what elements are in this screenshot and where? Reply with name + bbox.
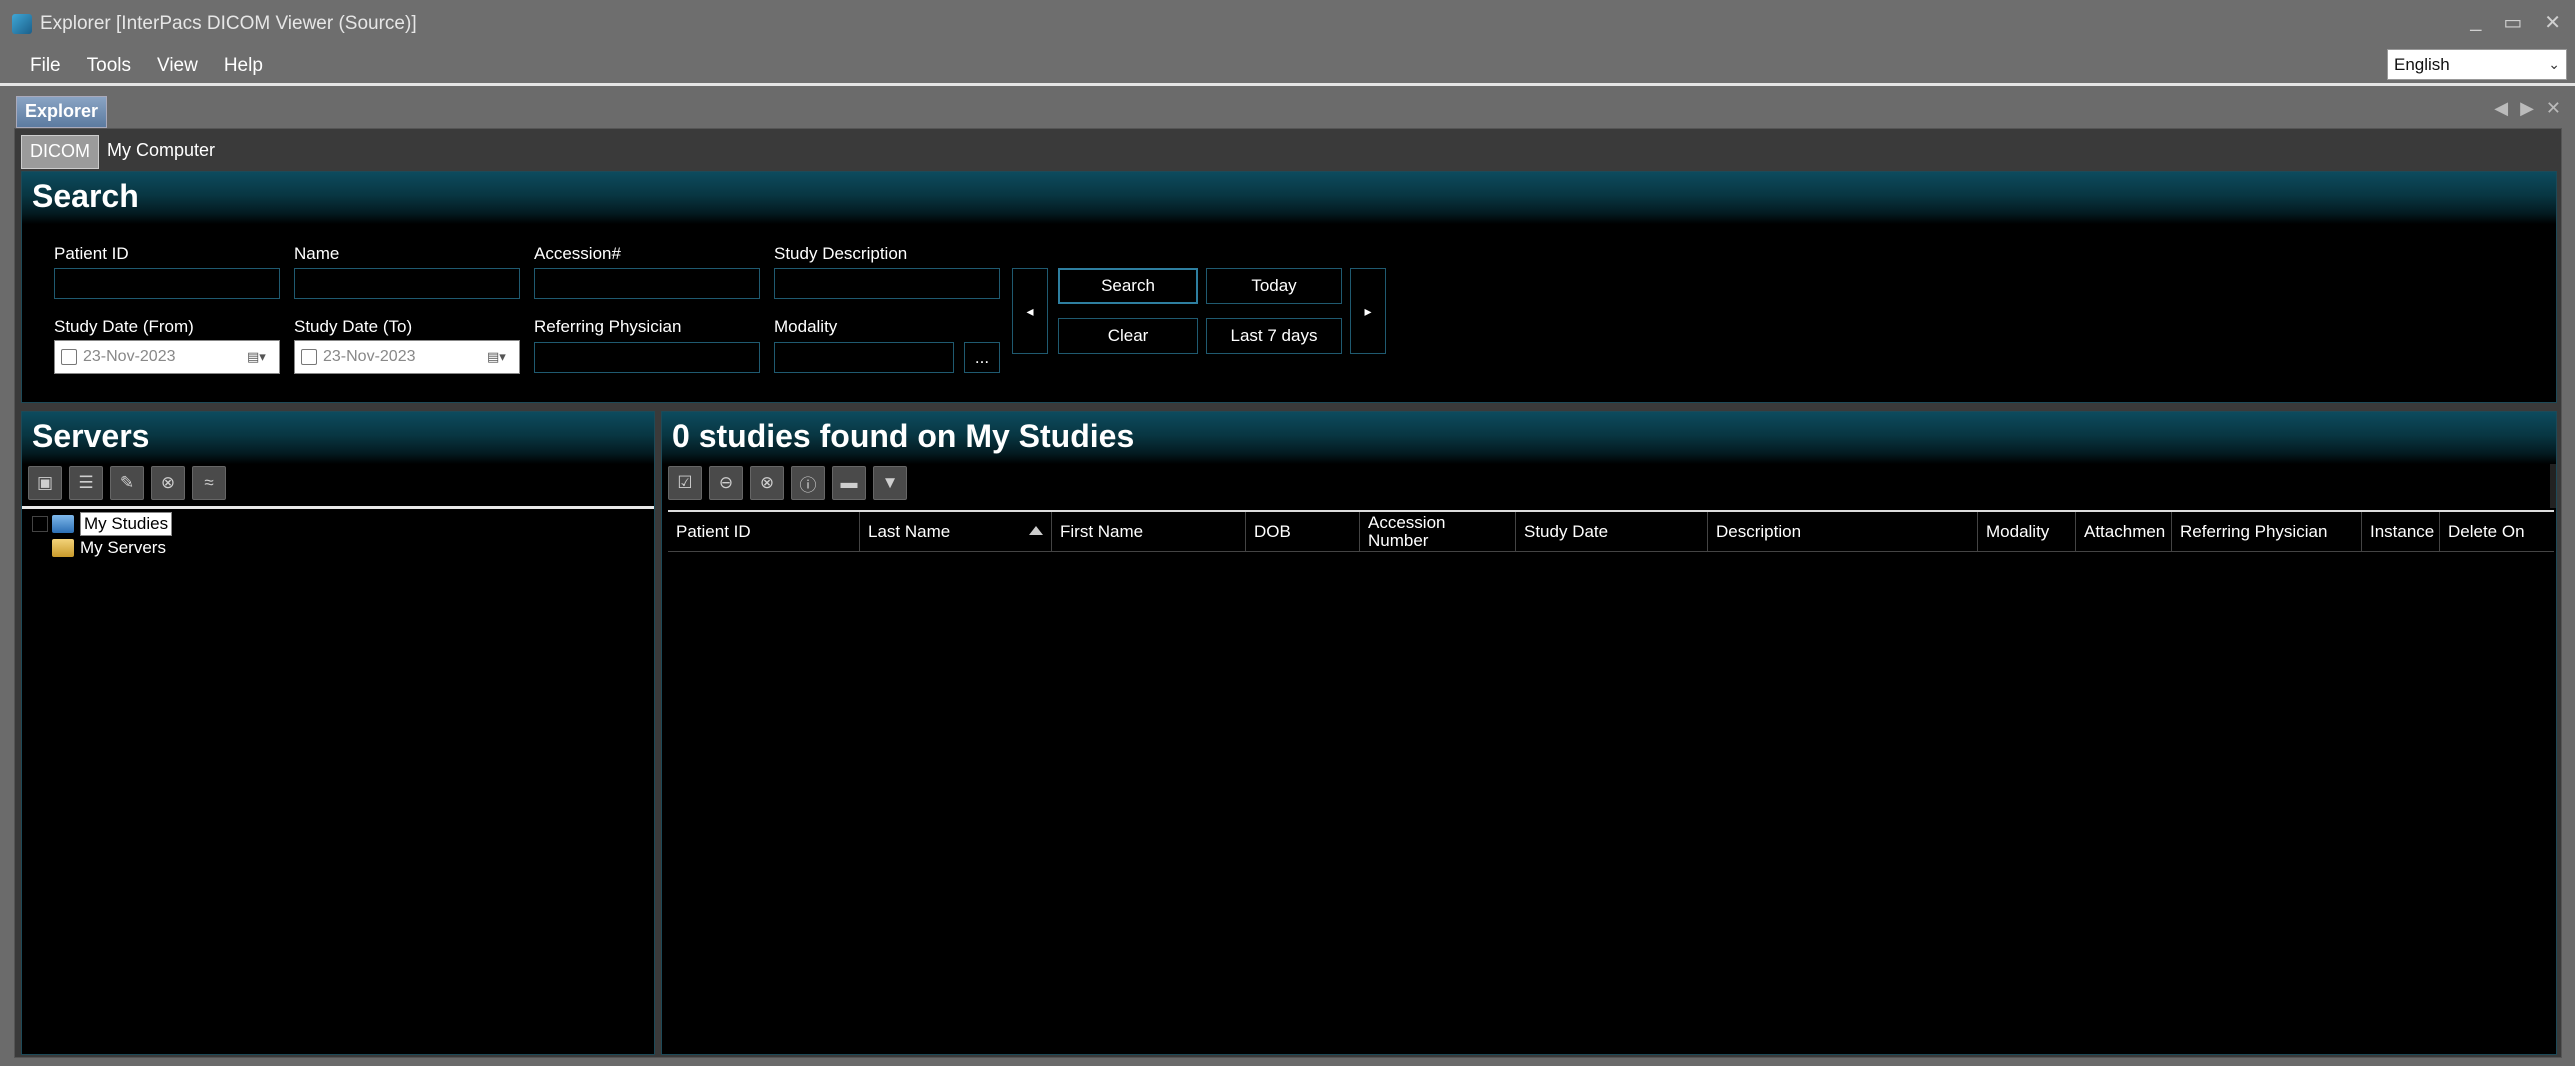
calendar-icon[interactable]: ▤▾ <box>247 349 273 367</box>
date-to-label: Study Date (To) <box>294 317 413 336</box>
column-study-date[interactable]: Study Date <box>1516 512 1708 551</box>
tab-dicom[interactable]: DICOM <box>21 135 99 169</box>
tree-item-label: My Servers <box>80 538 166 557</box>
info-icon[interactable]: ⓘ <box>791 466 825 500</box>
last-7-days-button[interactable]: Last 7 days <box>1206 318 1342 354</box>
menu-help[interactable]: Help <box>224 55 263 77</box>
column-dob[interactable]: DOB <box>1246 512 1360 551</box>
add-server-icon[interactable]: ▣ <box>28 466 62 500</box>
sort-ascending-icon <box>1029 526 1043 535</box>
column-description[interactable]: Description <box>1708 512 1978 551</box>
date-to-picker[interactable]: 23-Nov-2023 ▤▾ <box>294 340 520 374</box>
prev-arrow-button[interactable]: ◂ <box>1012 268 1048 354</box>
stop-icon[interactable]: ▬ <box>832 466 866 500</box>
tree-item-my-servers[interactable]: My Servers <box>32 536 172 560</box>
servers-header: Servers <box>22 412 654 464</box>
column-attachment[interactable]: Attachmen <box>2076 512 2172 551</box>
tab-my-computer[interactable]: My Computer <box>99 135 223 169</box>
servers-folder-icon <box>52 539 74 557</box>
date-from-label: Study Date (From) <box>54 317 194 336</box>
date-from-picker[interactable]: 23-Nov-2023 ▤▾ <box>54 340 280 374</box>
next-arrow-button[interactable]: ▸ <box>1350 268 1386 354</box>
scroll-right-icon[interactable]: ▶ <box>2520 98 2534 119</box>
calendar-icon[interactable]: ▤▾ <box>487 349 513 367</box>
cancel-icon[interactable]: ⊗ <box>750 466 784 500</box>
close-tab-icon[interactable]: ✕ <box>2546 98 2561 119</box>
close-button[interactable]: ✕ <box>2544 10 2561 35</box>
language-select[interactable]: English ⌄ <box>2387 49 2567 80</box>
study-description-label: Study Description <box>774 244 908 263</box>
minus-circle-icon[interactable]: ⊖ <box>709 466 743 500</box>
tree-expander[interactable] <box>32 516 48 532</box>
patient-id-input[interactable] <box>54 268 280 299</box>
search-panel: Search Patient ID Name Accession# Study … <box>21 171 2557 403</box>
studies-header: 0 studies found on My Studies <box>662 412 2556 464</box>
referring-physician-input[interactable] <box>534 342 760 373</box>
select-all-icon[interactable]: ☑ <box>668 466 702 500</box>
date-from-checkbox[interactable] <box>61 349 77 365</box>
clear-button[interactable]: Clear <box>1058 318 1198 354</box>
patient-id-label: Patient ID <box>54 244 129 263</box>
menu-tools[interactable]: Tools <box>87 55 131 77</box>
edit-icon[interactable]: ✎ <box>110 466 144 500</box>
connection-test-icon[interactable]: ≈ <box>192 466 226 500</box>
referring-physician-label: Referring Physician <box>534 317 682 336</box>
modality-label: Modality <box>774 317 838 336</box>
studies-panel: 0 studies found on My Studies ☑ ⊖ ⊗ ⓘ ▬ … <box>661 411 2557 1055</box>
today-button[interactable]: Today <box>1206 268 1342 304</box>
document-tabbar: Explorer ◀ ▶ ✕ <box>0 90 2575 128</box>
study-description-input[interactable] <box>774 268 1000 299</box>
column-patient-id[interactable]: Patient ID <box>668 512 860 551</box>
explorer-main: DICOM My Computer Search Patient ID Name… <box>14 128 2562 1058</box>
column-instance[interactable]: Instance <box>2362 512 2440 551</box>
filter-icon[interactable]: ▼ <box>873 466 907 500</box>
window-controls: _ ▭ ✕ <box>2470 10 2561 35</box>
studies-toolbar: ☑ ⊖ ⊗ ⓘ ▬ ▼ <box>668 466 907 500</box>
source-tabs: DICOM My Computer <box>21 135 223 169</box>
accession-label: Accession# <box>534 244 621 263</box>
modality-input[interactable] <box>774 342 954 373</box>
servers-tree: My Studies My Servers <box>32 512 173 560</box>
app-icon <box>12 14 32 34</box>
tree-item-my-studies[interactable]: My Studies <box>32 512 173 536</box>
date-to-value: 23-Nov-2023 <box>323 348 416 365</box>
delete-icon[interactable]: ⊗ <box>151 466 185 500</box>
scrollbar[interactable] <box>2550 464 2556 508</box>
menu-file[interactable]: File <box>30 55 61 77</box>
maximize-button[interactable]: ▭ <box>2503 10 2522 35</box>
modality-browse-button[interactable]: ... <box>964 342 1000 373</box>
column-last-name[interactable]: Last Name <box>860 512 1052 551</box>
servers-divider <box>22 506 654 509</box>
search-button[interactable]: Search <box>1058 268 1198 304</box>
window-title: Explorer [InterPacs DICOM Viewer (Source… <box>40 13 417 34</box>
name-label: Name <box>294 244 340 263</box>
column-first-name[interactable]: First Name <box>1052 512 1246 551</box>
window-titlebar: Explorer [InterPacs DICOM Viewer (Source… <box>0 0 2575 48</box>
chevron-down-icon: ⌄ <box>2548 56 2560 72</box>
menu-view[interactable]: View <box>157 55 198 77</box>
list-icon[interactable]: ☰ <box>69 466 103 500</box>
tree-item-label: My Studies <box>80 512 173 536</box>
scroll-left-icon[interactable]: ◀ <box>2494 98 2508 119</box>
servers-panel: Servers ▣ ☰ ✎ ⊗ ≈ My Studies My Servers <box>21 411 655 1055</box>
studies-grid-header: Patient ID Last Name First Name DOB Acce… <box>668 510 2554 552</box>
servers-toolbar: ▣ ☰ ✎ ⊗ ≈ <box>28 466 226 500</box>
search-header: Search <box>22 172 2556 224</box>
accession-input[interactable] <box>534 268 760 299</box>
menu-bar: File Tools View Help English ⌄ <box>0 48 2575 86</box>
studies-folder-icon <box>52 515 74 533</box>
tab-explorer[interactable]: Explorer <box>16 96 108 128</box>
minimize-button[interactable]: _ <box>2470 10 2481 35</box>
column-delete-on[interactable]: Delete On <box>2440 512 2554 551</box>
language-value: English <box>2394 54 2450 74</box>
date-from-value: 23-Nov-2023 <box>83 348 176 365</box>
column-referring-physician[interactable]: Referring Physician <box>2172 512 2362 551</box>
document-controls: ◀ ▶ ✕ <box>2494 98 2561 119</box>
name-input[interactable] <box>294 268 520 299</box>
column-accession-number[interactable]: Accession Number <box>1360 512 1516 551</box>
column-label: Last Name <box>868 521 951 541</box>
date-to-checkbox[interactable] <box>301 349 317 365</box>
column-modality[interactable]: Modality <box>1978 512 2076 551</box>
